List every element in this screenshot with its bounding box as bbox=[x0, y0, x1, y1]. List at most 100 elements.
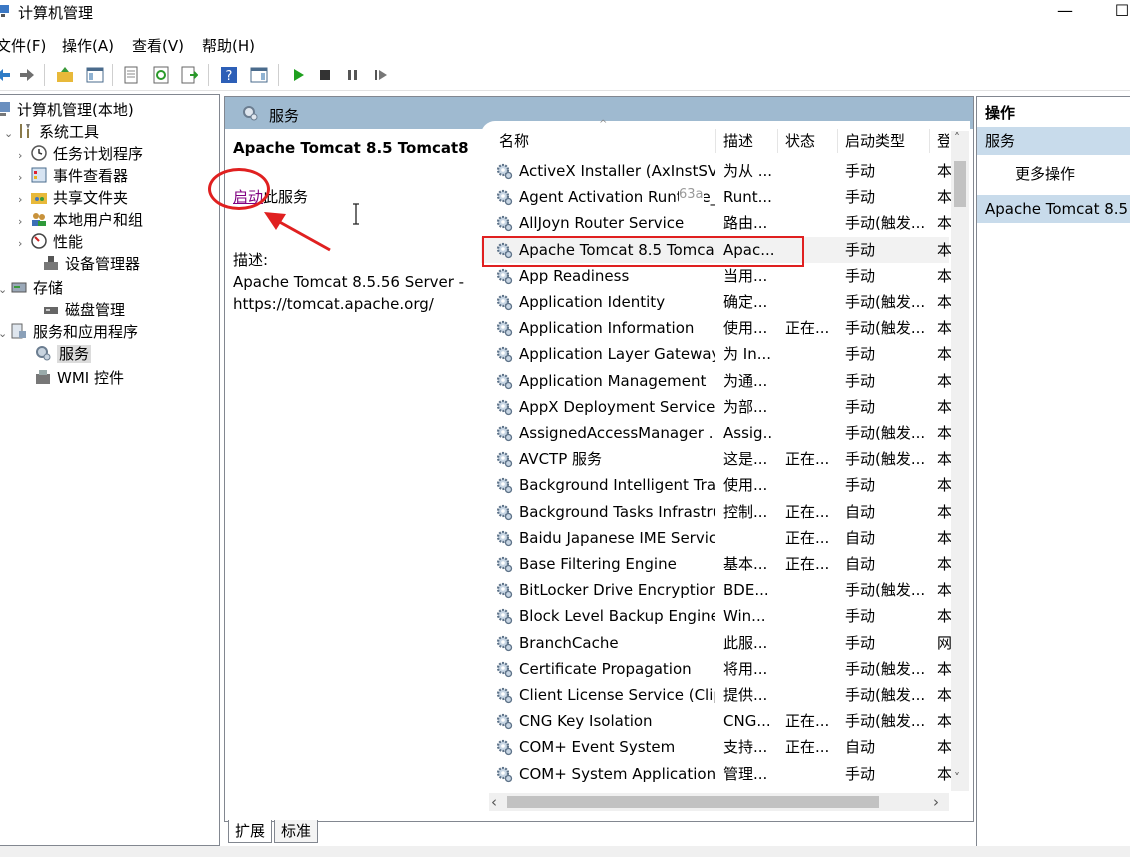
service-row[interactable]: AVCTP 服务 这是... 正在... 手动(触发... 本 bbox=[481, 446, 951, 472]
show-tree-icon[interactable] bbox=[86, 66, 104, 84]
collapse-icon[interactable]: ⌄ bbox=[0, 323, 10, 345]
expand-icon[interactable]: › bbox=[18, 211, 30, 233]
column-divider[interactable] bbox=[929, 129, 930, 153]
expand-icon[interactable]: › bbox=[18, 233, 30, 255]
service-row[interactable]: Application Information 使用... 正在... 手动(触发..… bbox=[481, 315, 951, 341]
service-status-cell bbox=[785, 158, 835, 184]
column-divider[interactable] bbox=[777, 129, 778, 153]
collapse-icon[interactable]: ⌄ bbox=[0, 279, 10, 301]
tree-item-task-scheduler[interactable]: › 任务计划程序 bbox=[18, 143, 143, 165]
services-icon bbox=[243, 106, 258, 121]
service-gear-icon bbox=[496, 268, 513, 284]
scrollbar-thumb[interactable] bbox=[954, 161, 966, 207]
minimize-button[interactable]: — bbox=[1045, 0, 1085, 26]
service-row[interactable]: AllJoyn Router Service 路由... 手动(触发... 本 bbox=[481, 210, 951, 236]
tree-item-services-and-apps[interactable]: ⌄ 服务和应用程序 bbox=[0, 321, 138, 343]
back-icon[interactable] bbox=[0, 66, 12, 84]
action-pane-icon[interactable] bbox=[250, 66, 268, 84]
service-row[interactable]: AppX Deployment Service ... 为部... 手动 本 bbox=[481, 394, 951, 420]
service-row[interactable]: Certificate Propagation 将用... 手动(触发... 本 bbox=[481, 656, 951, 682]
tree-item-system-tools[interactable]: ⌄ 系统工具 bbox=[4, 121, 99, 143]
expand-icon[interactable]: › bbox=[18, 145, 30, 167]
export-list-icon[interactable] bbox=[180, 66, 198, 84]
menu-action[interactable]: 操作(A) bbox=[62, 35, 114, 56]
tree-item-shared-folders[interactable]: › 共享文件夹 bbox=[18, 187, 128, 209]
tree-item-storage[interactable]: ⌄ 存储 bbox=[0, 277, 63, 299]
tree-item-event-viewer[interactable]: › 事件查看器 bbox=[18, 165, 128, 187]
maximize-button[interactable]: ☐ bbox=[1102, 0, 1130, 26]
forward-icon[interactable] bbox=[18, 66, 36, 84]
scroll-left-icon[interactable]: ‹ bbox=[491, 793, 497, 811]
service-row[interactable]: ActiveX Installer (AxInstSV) 为从 ... 手动 本 bbox=[481, 158, 951, 184]
tree-item-services[interactable]: 服务 bbox=[22, 343, 92, 365]
stop-service-icon[interactable] bbox=[316, 66, 334, 84]
service-row[interactable]: Block Level Backup Engine ... Win... 手动 本 bbox=[481, 603, 951, 629]
service-row[interactable]: Application Identity 确定... 手动(触发... 本 bbox=[481, 289, 951, 315]
service-name-cell: Application Layer Gateway ... bbox=[519, 345, 715, 364]
sort-arrow-icon: ^ bbox=[599, 119, 608, 130]
service-status-cell bbox=[785, 420, 835, 446]
tree-item-disk-management[interactable]: 磁盘管理 bbox=[30, 299, 125, 321]
restart-service-icon[interactable] bbox=[372, 66, 390, 84]
menu-bar: 文件(F) 操作(A) 查看(V) 帮助(H) bbox=[0, 30, 1130, 58]
service-row[interactable]: Background Intelligent Tra... 使用... 手动 本 bbox=[481, 472, 951, 498]
tab-standard[interactable]: 标准 bbox=[274, 820, 319, 843]
service-row[interactable]: BitLocker Drive Encryption ... BDE... 手动(触… bbox=[481, 577, 951, 603]
actions-section-services[interactable]: 服务 bbox=[977, 127, 1130, 155]
service-row[interactable]: Baidu Japanese IME Servic... 正在... 自动 本 bbox=[481, 525, 951, 551]
actions-section-selected-service[interactable]: Apache Tomcat 8.5 Tomcat8 bbox=[977, 195, 1130, 223]
tree-label: 设备管理器 bbox=[65, 255, 141, 273]
service-desc-cell bbox=[723, 525, 773, 551]
collapse-icon[interactable]: ⌄ bbox=[4, 123, 16, 145]
service-logon-cell: 本 bbox=[937, 712, 951, 731]
more-actions-link[interactable]: 更多操作 bbox=[1015, 163, 1075, 184]
scroll-down-icon[interactable]: ˅ bbox=[954, 771, 960, 785]
expand-icon[interactable]: › bbox=[18, 189, 30, 211]
h-scrollbar-thumb[interactable] bbox=[507, 796, 879, 808]
actions-header: 操作 bbox=[977, 99, 1130, 128]
service-status-cell: 正在... bbox=[785, 528, 830, 547]
properties-icon[interactable] bbox=[122, 66, 140, 84]
scroll-up-icon[interactable]: ˄ bbox=[954, 131, 960, 145]
tree-item-performance[interactable]: › 性能 bbox=[18, 231, 83, 253]
service-startup-cell: 手动(触发... bbox=[845, 293, 926, 311]
menu-file[interactable]: 文件(F) bbox=[0, 35, 46, 56]
help-icon[interactable]: ? bbox=[220, 66, 238, 84]
tree-item-wmi-control[interactable]: WMI 控件 bbox=[22, 367, 124, 389]
expand-icon[interactable]: › bbox=[18, 167, 30, 189]
service-row[interactable]: Application Management 为通... 手动 本 bbox=[481, 368, 951, 394]
pause-service-icon[interactable] bbox=[344, 66, 362, 84]
menu-help[interactable]: 帮助(H) bbox=[202, 35, 255, 56]
tree-item-computer-management[interactable]: 计算机管理(本地) bbox=[0, 99, 134, 121]
column-header-name[interactable]: 名称 bbox=[499, 129, 529, 153]
column-divider[interactable] bbox=[715, 129, 716, 153]
menu-view[interactable]: 查看(V) bbox=[132, 35, 184, 56]
refresh-icon[interactable] bbox=[152, 66, 170, 84]
vertical-scrollbar[interactable]: ˄ ˅ bbox=[951, 131, 969, 791]
tree-item-local-users-groups[interactable]: › 本地用户和组 bbox=[18, 209, 143, 231]
service-row[interactable]: Base Filtering Engine 基本... 正在... 自动 本 bbox=[481, 551, 951, 577]
service-row[interactable]: CNG Key Isolation CNG... 正在... 手动(触发... 本 bbox=[481, 708, 951, 734]
column-header-logon[interactable]: 登 bbox=[937, 129, 949, 153]
tree-item-device-manager[interactable]: 设备管理器 bbox=[30, 253, 140, 275]
service-row[interactable]: BranchCache 此服... 手动 网 bbox=[481, 630, 951, 656]
column-header-status[interactable]: 状态 bbox=[785, 129, 815, 153]
service-row[interactable]: Application Layer Gateway ... 为 In... 手动 本 bbox=[481, 341, 951, 367]
service-row[interactable]: COM+ Event System 支持... 正在... 自动 本 bbox=[481, 734, 951, 760]
start-service-icon[interactable] bbox=[290, 66, 308, 84]
column-divider[interactable] bbox=[837, 129, 838, 153]
scroll-right-icon[interactable]: › bbox=[933, 793, 939, 811]
service-row[interactable]: AssignedAccessManager ... Assig... 手动(触发..… bbox=[481, 420, 951, 446]
tab-extended[interactable]: 扩展 bbox=[228, 820, 273, 843]
service-row[interactable]: Client License Service (Clip... 提供... 手动(触… bbox=[481, 682, 951, 708]
column-header-startup-type[interactable]: 启动类型 bbox=[845, 129, 905, 153]
up-folder-icon[interactable] bbox=[56, 66, 74, 84]
tree-label: 系统工具 bbox=[39, 123, 100, 141]
service-row[interactable]: Background Tasks Infrastru... 控制... 正在... 自… bbox=[481, 499, 951, 525]
service-startup-cell: 手动 bbox=[845, 764, 876, 783]
horizontal-scrollbar[interactable]: ‹ › bbox=[489, 793, 949, 811]
service-row[interactable]: COM+ System Application 管理... 手动 本 bbox=[481, 761, 951, 787]
service-row[interactable]: Agent Activation Runtime_ Runt... 手动本 bbox=[481, 184, 951, 210]
column-header-description[interactable]: 描述 bbox=[723, 129, 753, 153]
service-logon-cell: 本 bbox=[937, 555, 951, 573]
